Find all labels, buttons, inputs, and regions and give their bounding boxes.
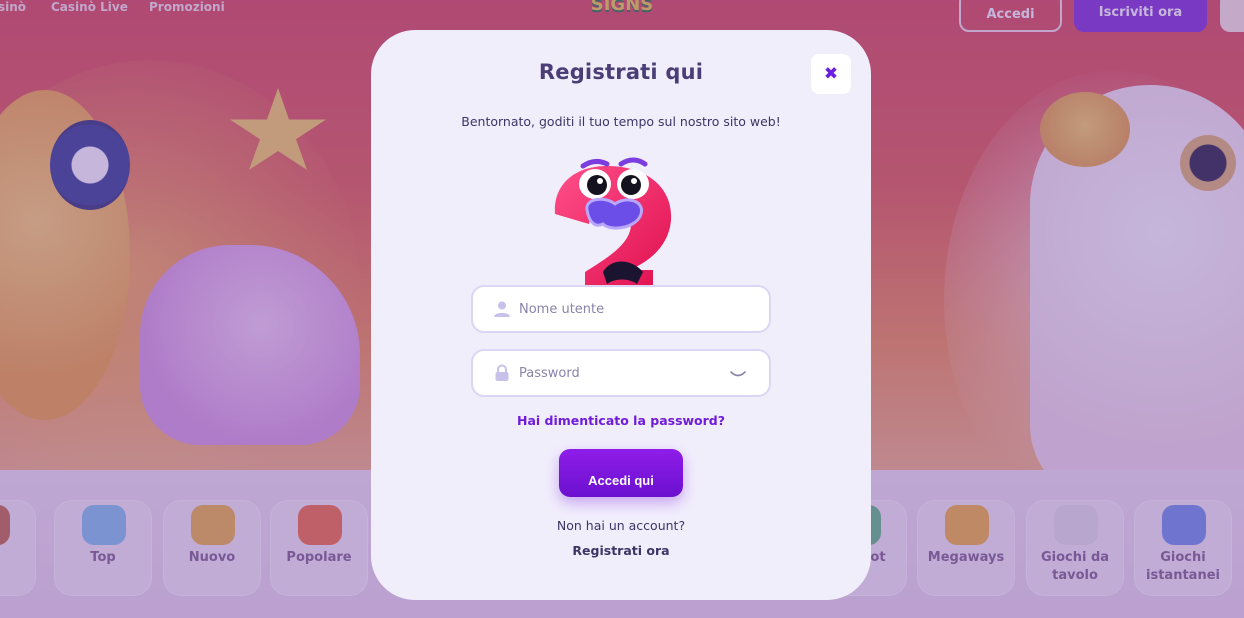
modal-subtitle: Bentornato, goditi il tuo tempo sul nost… xyxy=(461,114,781,129)
login-modal: Registrati qui ✖ Bentornato, goditi il t… xyxy=(371,30,871,600)
login-submit-button[interactable]: Accedi qui xyxy=(559,449,683,497)
username-input[interactable] xyxy=(519,297,729,321)
register-now-link[interactable]: Registrati ora xyxy=(371,543,871,558)
lock-icon xyxy=(495,364,509,381)
forgot-password-link[interactable]: Hai dimenticato la password? xyxy=(371,413,871,428)
close-button[interactable]: ✖ xyxy=(811,54,851,94)
number-two-mascot-illustration xyxy=(554,157,672,286)
user-icon xyxy=(494,301,510,317)
modal-title: Registrati qui xyxy=(538,60,704,84)
password-field[interactable] xyxy=(471,349,771,397)
close-icon: ✖ xyxy=(823,64,839,84)
show-password-icon[interactable] xyxy=(727,365,749,381)
password-input[interactable] xyxy=(519,361,729,385)
no-account-text: Non hai un account? xyxy=(556,518,686,533)
username-field[interactable] xyxy=(471,285,771,333)
